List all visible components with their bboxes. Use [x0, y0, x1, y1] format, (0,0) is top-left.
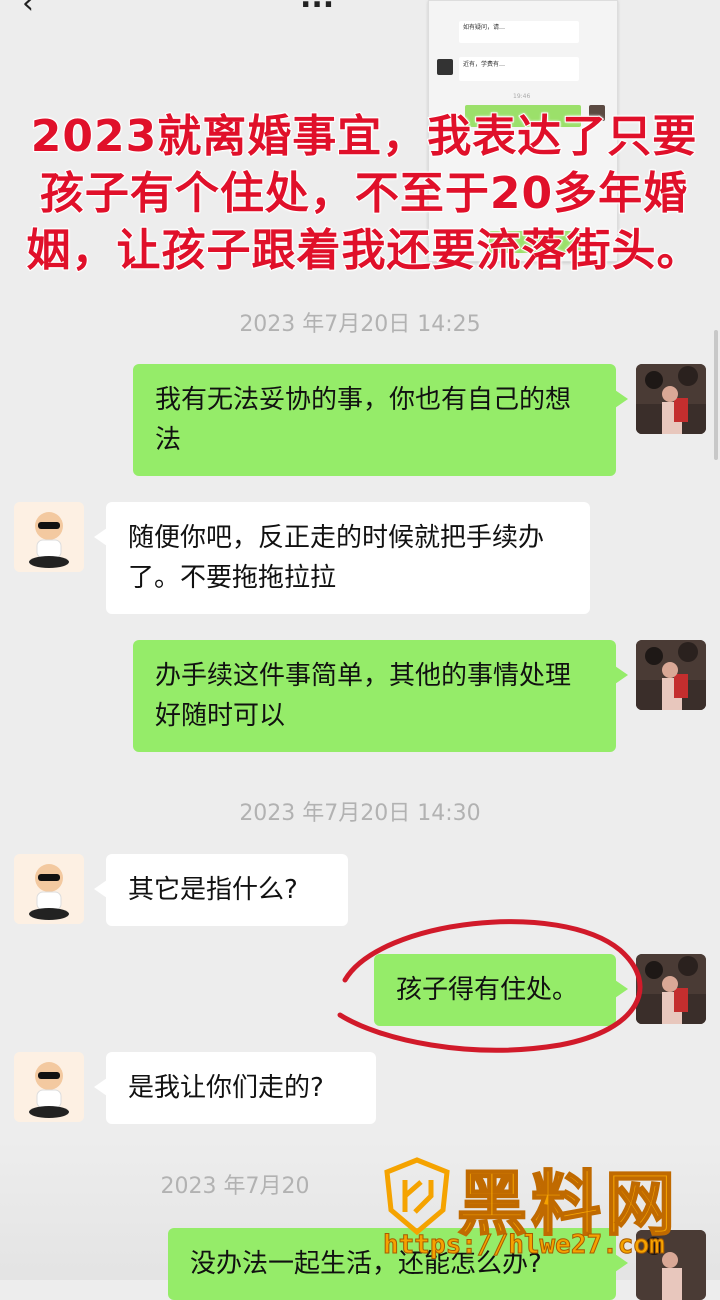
chevron-left-icon[interactable]: ‹	[22, 0, 34, 21]
avatar[interactable]	[636, 640, 706, 710]
mini-text: 如有疑问，请…	[463, 24, 506, 31]
avatar-photo	[636, 954, 706, 1024]
annotation-headline: 2023就离婚事宜，我表达了只要孩子有个住处，不至于20多年婚姻，让孩子跟着我还…	[26, 110, 702, 277]
message-bubble-sent[interactable]: 办手续这件事简单，其他的事情处理好随时可以	[133, 640, 628, 752]
avatar[interactable]	[14, 854, 84, 924]
avatar[interactable]	[636, 364, 706, 434]
watermark-url: https://hlwe27.com	[383, 1230, 666, 1261]
timestamp: 2023 年7月20日 14:30	[239, 801, 481, 826]
scrollbar[interactable]	[714, 330, 718, 460]
message-bubble-received[interactable]: 是我让你们走的?	[94, 1052, 376, 1124]
bald-cartoon-avatar	[14, 502, 84, 572]
mini-avatar	[437, 59, 453, 75]
message-bubble-sent[interactable]: 我有无法妥协的事，你也有自己的想法	[133, 364, 628, 476]
message-bubble-sent[interactable]: 孩子得有住处。	[374, 954, 628, 1026]
message-bubble-received[interactable]: 随便你吧，反正走的时候就把手续办了。不要拖拖拉拉	[94, 502, 590, 614]
avatar-photo	[636, 640, 706, 710]
avatar[interactable]	[14, 502, 84, 572]
mini-text: 近有，学费有…	[463, 61, 506, 68]
avatar-photo	[636, 364, 706, 434]
bald-cartoon-avatar	[14, 1052, 84, 1122]
chat-title: ...	[300, 0, 334, 15]
bald-cartoon-avatar	[14, 854, 84, 924]
avatar[interactable]	[636, 954, 706, 1024]
watermark: 黑料网 https://hlwe27.com	[375, 1150, 720, 1280]
mini-time: 19:46	[513, 93, 531, 100]
message-bubble-received[interactable]: 其它是指什么?	[94, 854, 348, 926]
timestamp: 2023 年7月20日 14:25	[239, 312, 481, 337]
shield-logo-icon	[384, 1157, 450, 1236]
avatar[interactable]	[14, 1052, 84, 1122]
